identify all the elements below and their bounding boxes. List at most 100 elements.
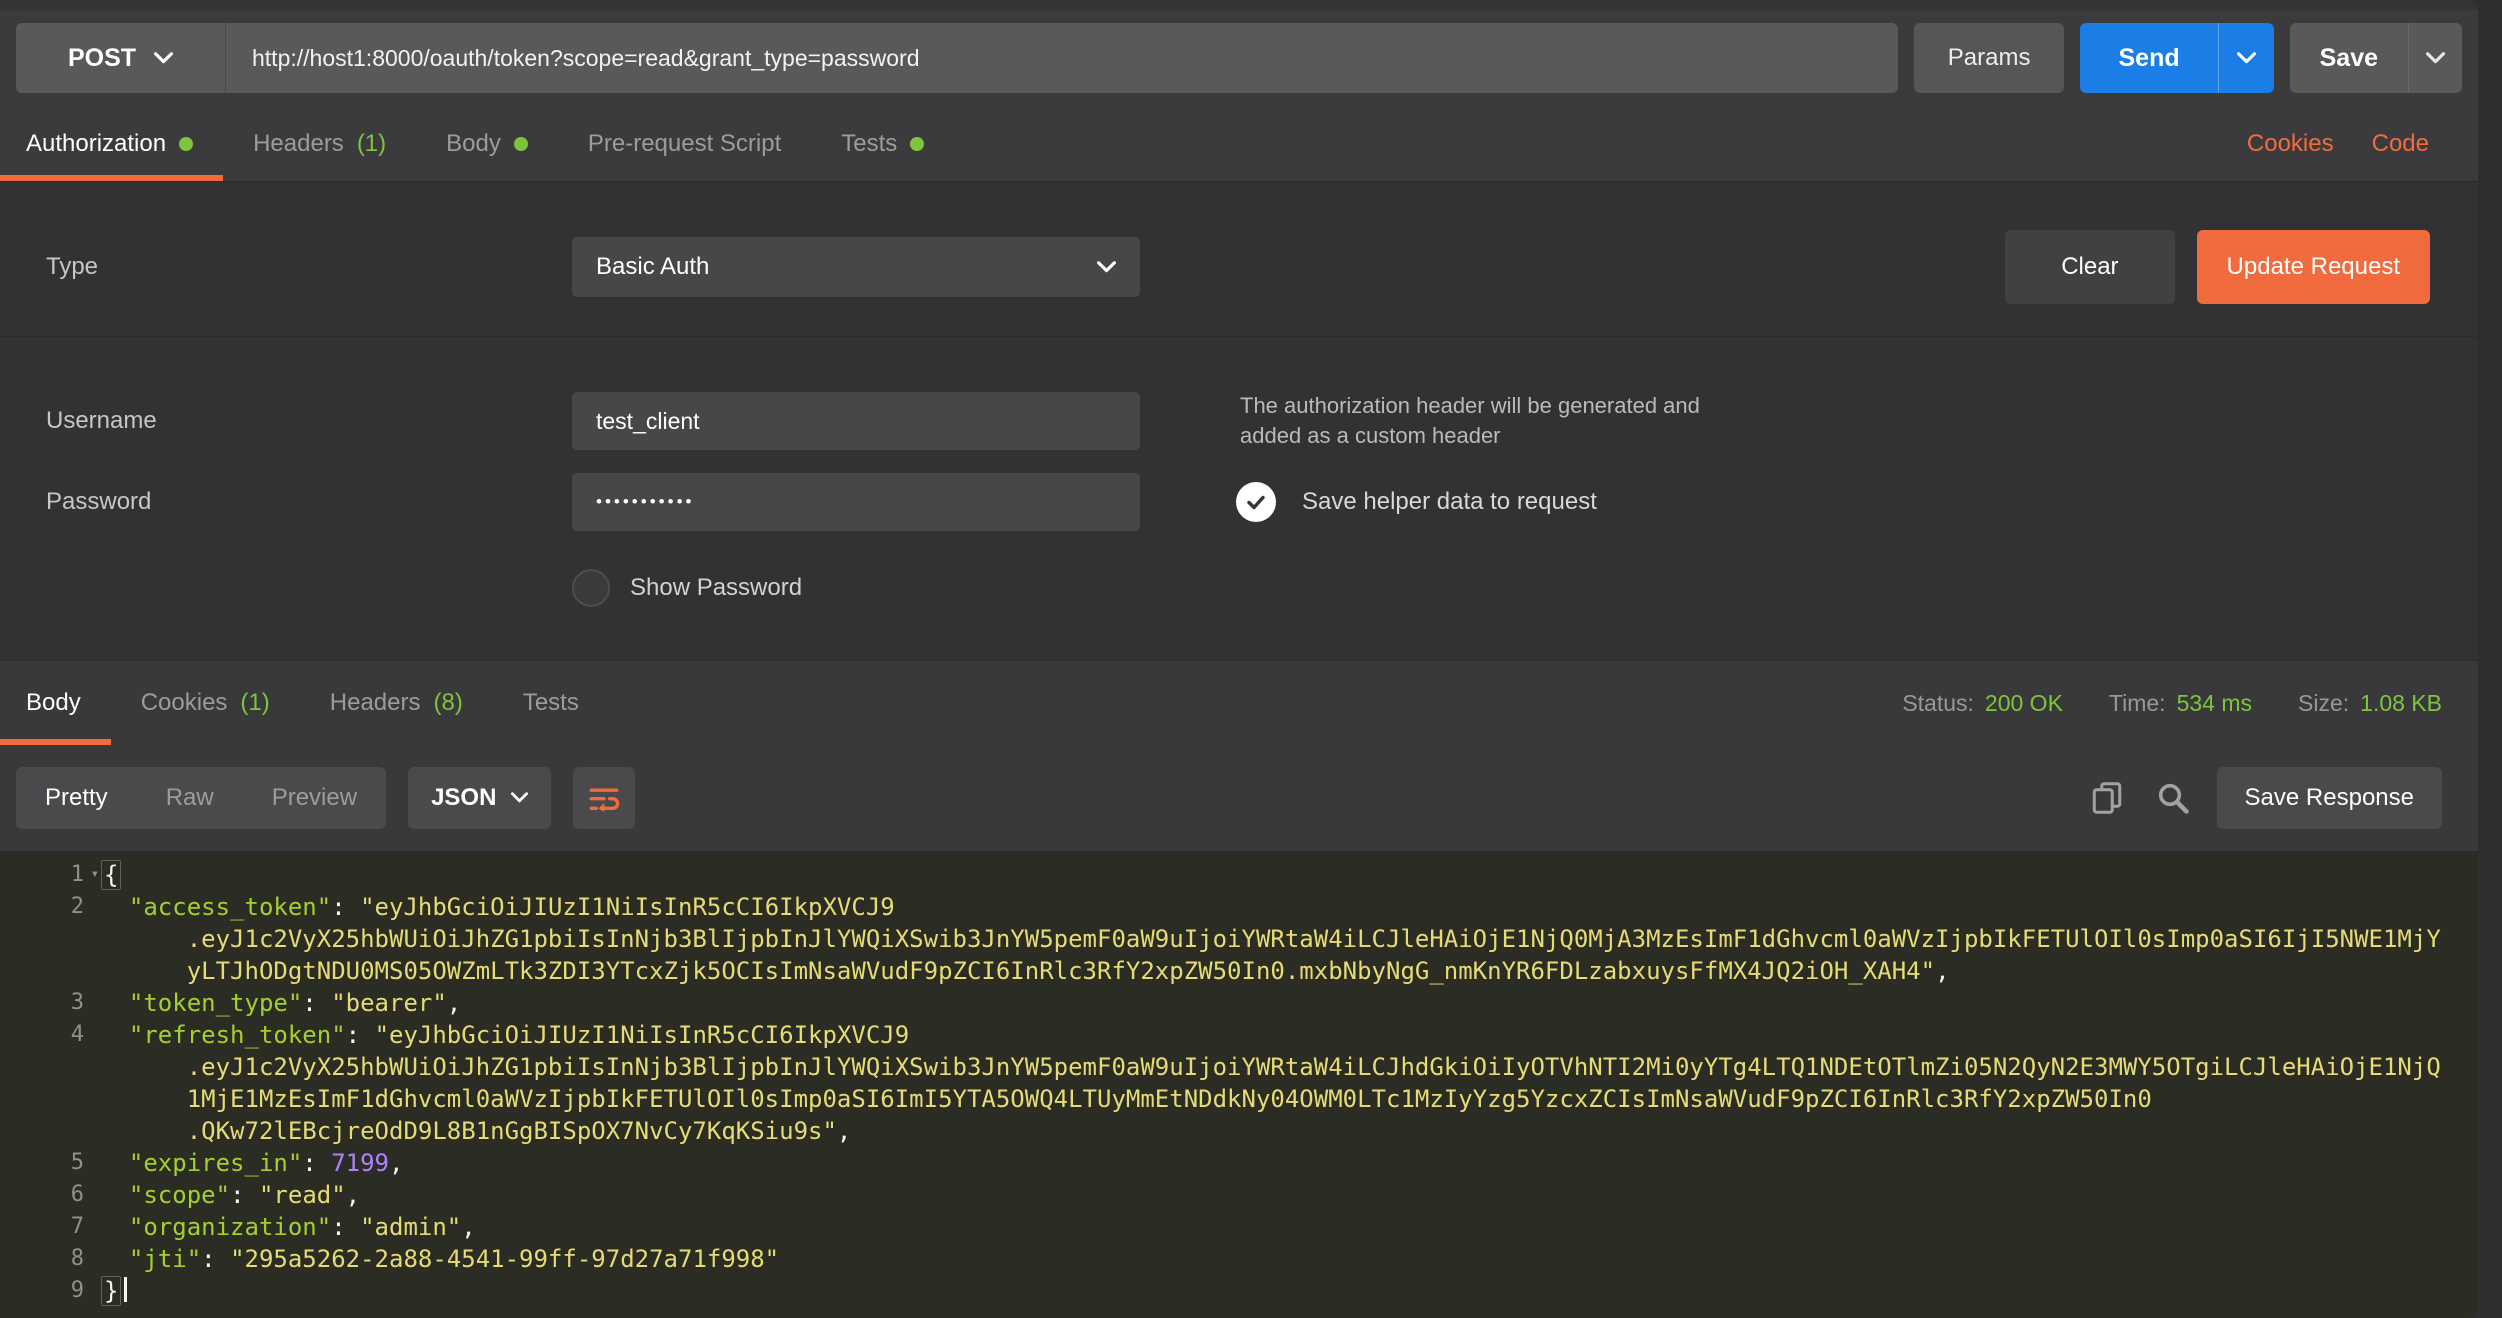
line-number: 3 (0, 987, 100, 1019)
line-number: 6 (0, 1179, 100, 1211)
postman-window: POST http://host1:8000/oauth/token?scope… (0, 0, 2478, 1318)
response-tab-cookies[interactable]: Cookies (1) (111, 661, 300, 745)
auth-type-value: Basic Auth (596, 253, 709, 281)
wrap-text-button[interactable] (573, 767, 635, 829)
fold-caret-icon[interactable]: ▾ (91, 858, 99, 890)
save-helper-checkbox[interactable] (1236, 482, 1276, 522)
line-number: 1▾ (0, 859, 100, 891)
save-options-button[interactable] (2408, 23, 2462, 93)
username-field[interactable]: test_client (572, 392, 1140, 450)
line-number: 7 (0, 1211, 100, 1243)
code-line: 8 "jti": "295a5262-2a88-4541-99ff-97d27a… (0, 1243, 2478, 1275)
clear-button[interactable]: Clear (2005, 230, 2174, 304)
tab-label: Body (26, 689, 81, 717)
request-bar: POST http://host1:8000/oauth/token?scope… (0, 10, 2478, 106)
code-line: .eyJ1c2VyX25hbWUiOiJhZG1pbiIsInNjb3BlIjp… (0, 1051, 2478, 1083)
view-preview-button[interactable]: Preview (243, 767, 386, 829)
code-line: 5 "expires_in": 7199, (0, 1147, 2478, 1179)
send-button-group: Send (2080, 23, 2273, 93)
code-link[interactable]: Code (2353, 106, 2448, 181)
tab-tests[interactable]: Tests (811, 106, 954, 181)
status-dot-icon (910, 137, 924, 151)
chevron-down-icon (2426, 52, 2445, 65)
tab-authorization[interactable]: Authorization (0, 106, 223, 181)
time-value: 534 ms (2177, 690, 2252, 717)
url-input[interactable]: http://host1:8000/oauth/token?scope=read… (226, 23, 1898, 93)
password-field[interactable]: ••••••••••• (572, 473, 1140, 531)
code-line: .eyJ1c2VyX25hbWUiOiJhZG1pbiIsInNjb3BlIjp… (0, 923, 2478, 955)
response-header: Body Cookies (1) Headers (8) Tests Statu… (0, 660, 2478, 851)
chevron-down-icon (511, 792, 528, 804)
tab-label: Cookies (141, 689, 228, 717)
time-meta: Time: 534 ms (2109, 690, 2252, 717)
code-line-text: "token_type": "bearer", (100, 987, 461, 1019)
response-meta: Status: 200 OK Time: 534 ms Size: 1.08 K… (1902, 661, 2442, 745)
username-label: Username (0, 407, 572, 435)
response-tab-headers[interactable]: Headers (8) (300, 661, 493, 745)
code-line: 3 "token_type": "bearer", (0, 987, 2478, 1019)
line-number: 2 (0, 891, 100, 923)
tab-pre-request-script[interactable]: Pre-request Script (558, 106, 811, 181)
search-icon (2155, 780, 2191, 816)
show-password-row: Show Password (572, 569, 1140, 607)
code-line: 6 "scope": "read", (0, 1179, 2478, 1211)
code-line: 9} (0, 1275, 2478, 1307)
tab-count: (1) (357, 130, 386, 158)
code-line-text: } (100, 1275, 127, 1307)
check-icon (1245, 491, 1267, 513)
line-number: 9 (0, 1275, 100, 1307)
chevron-down-icon (154, 52, 173, 65)
line-number (0, 923, 100, 955)
response-tab-tests[interactable]: Tests (493, 661, 609, 745)
auth-type-row: Type Basic Auth Clear Update Request (0, 230, 2478, 304)
tab-count: (8) (433, 689, 462, 717)
request-tab-bar: Authorization Headers (1) Body Pre-reque… (0, 106, 2478, 182)
response-tab-body[interactable]: Body (0, 661, 111, 745)
code-line-text: .QKw72lEBcjreOdD9L8B1nGgBISpOX7NvCy7KqKS… (100, 1115, 851, 1147)
authorization-panel: Type Basic Auth Clear Update Request Use… (0, 182, 2478, 660)
code-line: yLTJhODgtNDU0MS05OWZmLTk3ZDI3YTcxZjk5OCI… (0, 955, 2478, 987)
code-line-text: "access_token": "eyJhbGciOiJIUzI1NiIsInR… (100, 891, 895, 923)
line-number (0, 955, 100, 987)
send-button[interactable]: Send (2080, 23, 2217, 93)
code-line: 1▾{ (0, 859, 2478, 891)
send-options-button[interactable] (2218, 23, 2274, 93)
code-line-text: { (100, 859, 122, 891)
show-password-checkbox[interactable] (572, 569, 610, 607)
format-select[interactable]: JSON (408, 767, 551, 829)
window-top-strip (0, 0, 2478, 10)
status-dot-icon (179, 137, 193, 151)
cookies-link[interactable]: Cookies (2228, 106, 2353, 181)
tab-label: Tests (841, 130, 897, 158)
show-password-label: Show Password (630, 574, 802, 602)
code-line: 7 "organization": "admin", (0, 1211, 2478, 1243)
wrap-text-icon (587, 781, 621, 815)
status-value: 200 OK (1985, 690, 2063, 717)
url-box: POST http://host1:8000/oauth/token?scope… (16, 23, 1898, 93)
params-button[interactable]: Params (1914, 23, 2065, 93)
time-label: Time: (2109, 690, 2166, 717)
tab-body[interactable]: Body (416, 106, 558, 181)
view-pretty-button[interactable]: Pretty (16, 767, 137, 829)
update-request-button[interactable]: Update Request (2197, 230, 2430, 304)
view-mode-switch: Pretty Raw Preview (16, 767, 386, 829)
view-raw-button[interactable]: Raw (137, 767, 243, 829)
method-dropdown[interactable]: POST (16, 23, 226, 93)
code-line-text: "organization": "admin", (100, 1211, 476, 1243)
save-button-group: Save (2290, 23, 2462, 93)
auth-type-select[interactable]: Basic Auth (572, 237, 1140, 297)
password-label: Password (0, 488, 572, 516)
save-response-button[interactable]: Save Response (2217, 767, 2442, 829)
auth-helper-text: The authorization header will be generat… (1140, 391, 2478, 451)
line-number (0, 1083, 100, 1115)
copy-response-button[interactable] (2085, 776, 2129, 820)
auth-actions: Clear Update Request (2005, 230, 2430, 304)
line-number: 4 (0, 1019, 100, 1051)
scrollbar-track (2478, 0, 2502, 1318)
search-response-button[interactable] (2151, 776, 2195, 820)
response-toolbar: Pretty Raw Preview JSON (0, 745, 2478, 851)
size-label: Size: (2298, 690, 2349, 717)
save-button[interactable]: Save (2290, 23, 2408, 93)
response-body-editor[interactable]: 1▾{2 "access_token": "eyJhbGciOiJIUzI1Ni… (0, 851, 2478, 1318)
tab-headers[interactable]: Headers (1) (223, 106, 416, 181)
